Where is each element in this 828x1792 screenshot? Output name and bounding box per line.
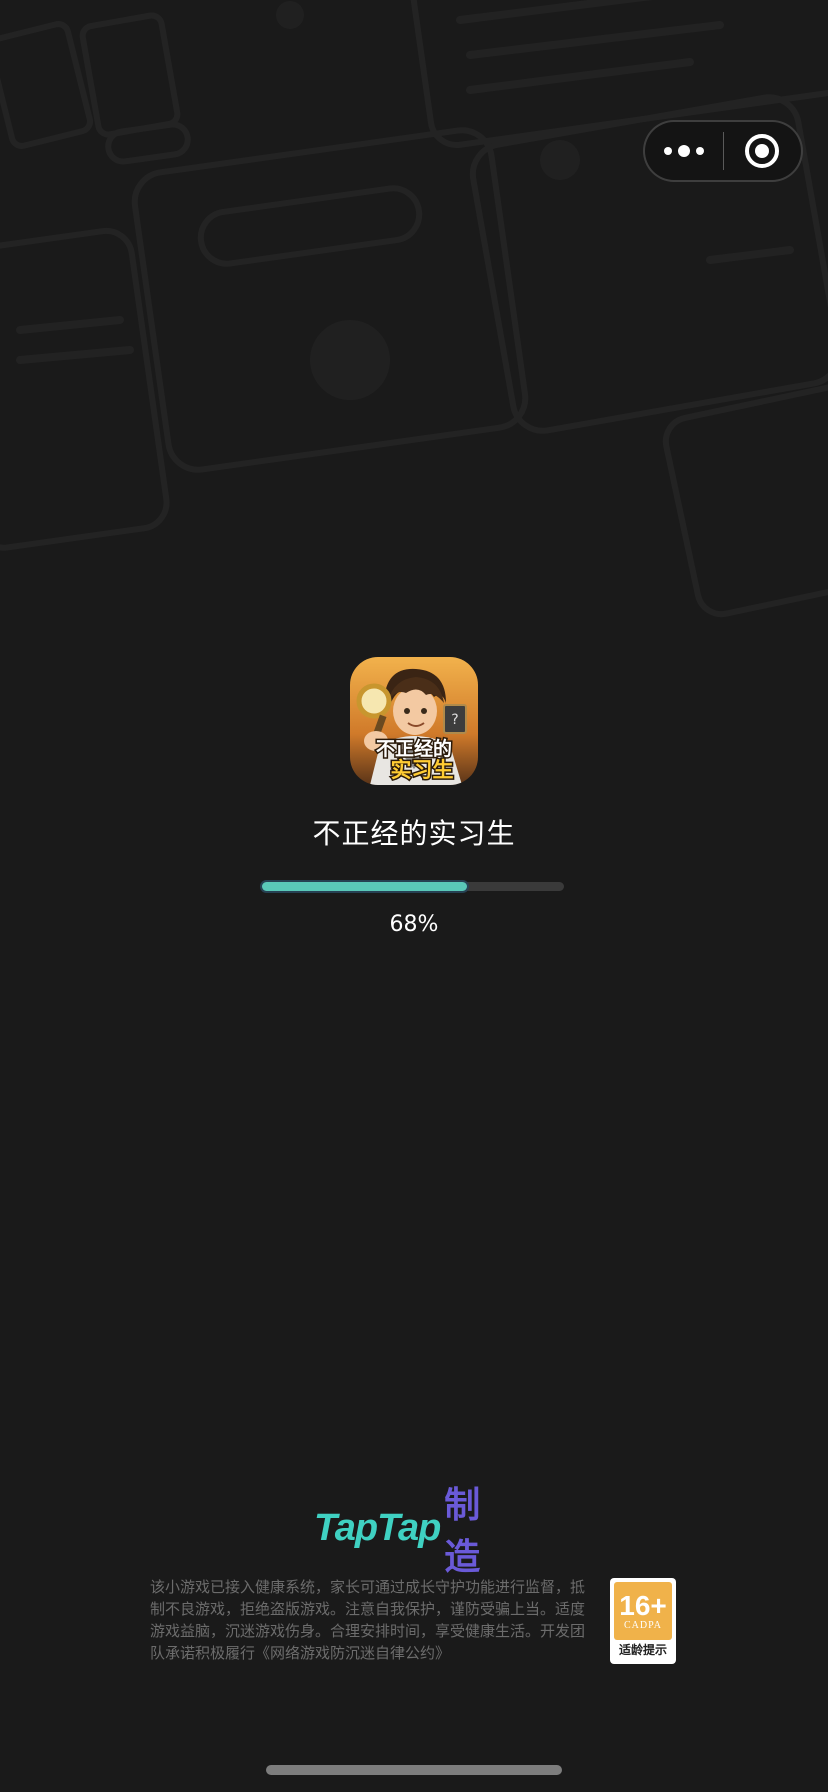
taptap-brand-logo: TapTap 制造: [314, 1484, 514, 1577]
svg-text:?: ?: [451, 712, 458, 728]
exit-button[interactable]: [724, 122, 802, 180]
game-title: 不正经的实习生: [312, 817, 516, 850]
health-notice-text: 该小游戏已接入健康系统，家长可通过成长守护功能进行监督，抵制不良游戏，拒绝盗版游…: [150, 1578, 586, 1662]
game-icon-artwork: ? 不正经的 实习生: [350, 657, 478, 785]
brand-cjk: 制造: [444, 1484, 481, 1577]
more-button[interactable]: [645, 122, 723, 180]
svg-text:实习生: 实习生: [391, 758, 454, 782]
age-rating-number: 16+: [619, 1589, 667, 1621]
age-rating-icon: 16+ CADPA: [614, 1582, 672, 1640]
age-rating-caption: 适龄提示: [618, 1643, 667, 1657]
background-illustration: [0, 0, 828, 618]
age-rating-badge: 16+ CADPA 适龄提示: [610, 1578, 676, 1664]
loading-progress-label: 68%: [389, 912, 439, 937]
brand-latin: TapTap: [314, 1506, 441, 1549]
exit-target-icon: [745, 134, 780, 168]
game-icon: ? 不正经的 实习生: [350, 657, 478, 785]
more-dots-icon: [663, 145, 704, 157]
miniprogram-capsule: [643, 120, 803, 182]
home-indicator[interactable]: [266, 1765, 562, 1775]
loading-progress-bar: [262, 882, 564, 891]
age-rating-org: CADPA: [624, 1619, 662, 1631]
loading-progress-fill: [262, 882, 468, 891]
svg-text:不正经的: 不正经的: [376, 737, 452, 760]
